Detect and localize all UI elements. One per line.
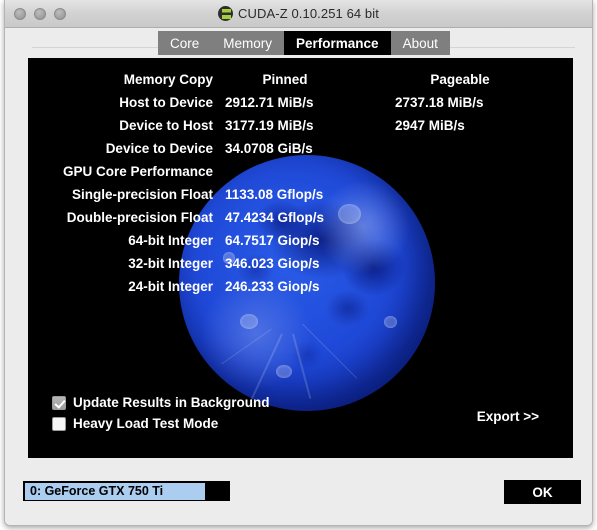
row-value-pageable: 2737.18 MiB/s — [395, 95, 484, 110]
app-window: CUDA-Z 0.10.251 64 bit Core Memory Perfo… — [4, 0, 593, 526]
tab-core[interactable]: Core — [158, 31, 212, 55]
tab-performance[interactable]: Performance — [284, 31, 391, 55]
performance-table: Memory Copy Pinned Pageable Host to Devi… — [28, 68, 573, 298]
minimize-button[interactable] — [34, 7, 46, 20]
row-value-pinned: 2912.71 MiB/s — [225, 95, 314, 110]
row-label: 64-bit Integer — [128, 233, 213, 248]
export-button[interactable]: Export >> — [477, 409, 539, 424]
title-bar: CUDA-Z 0.10.251 64 bit — [5, 0, 592, 28]
row-label: Single-precision Float — [71, 187, 213, 202]
row-label: Device to Device — [105, 141, 213, 156]
title-center-group: CUDA-Z 0.10.251 64 bit — [5, 6, 592, 21]
table-row: 32-bit Integer 346.023 Giop/s — [28, 252, 573, 275]
option-heavy-load-test-mode[interactable]: Heavy Load Test Mode — [52, 413, 270, 434]
zoom-button[interactable] — [54, 7, 66, 20]
row-value-pinned: 246.233 Giop/s — [225, 279, 320, 294]
tab-about[interactable]: About — [390, 31, 450, 55]
table-row: 24-bit Integer 246.233 Giop/s — [28, 275, 573, 298]
row-value-pinned: 3177.19 MiB/s — [225, 118, 314, 133]
table-row: 64-bit Integer 64.7517 Giop/s — [28, 229, 573, 252]
table-row: Single-precision Float 1133.08 Gflop/s — [28, 183, 573, 206]
table-row: Memory Copy Pinned Pageable — [28, 68, 573, 91]
option-label: Heavy Load Test Mode — [73, 416, 219, 431]
device-selector[interactable]: 0: GeForce GTX 750 Ti — [23, 481, 230, 501]
row-label: Double-precision Float — [66, 210, 213, 225]
options-group: Update Results in Background Heavy Load … — [52, 392, 270, 434]
close-button[interactable] — [14, 7, 26, 20]
tab-bar: Core Memory Performance About — [5, 28, 592, 58]
table-row: Host to Device 2912.71 MiB/s 2737.18 MiB… — [28, 91, 573, 114]
table-row: Device to Device 34.0708 GiB/s — [28, 137, 573, 160]
performance-panel: Memory Copy Pinned Pageable Host to Devi… — [28, 58, 573, 458]
row-label: Memory Copy — [123, 72, 213, 87]
row-label: 32-bit Integer — [128, 256, 213, 271]
row-value-pinned: 346.023 Giop/s — [225, 256, 320, 271]
table-row: Double-precision Float 47.4234 Gflop/s — [28, 206, 573, 229]
row-value-pinned: 47.4234 Gflop/s — [225, 210, 325, 225]
tab-list: Core Memory Performance About — [158, 31, 450, 55]
window-title: CUDA-Z 0.10.251 64 bit — [238, 6, 379, 21]
cuda-z-logo-icon — [218, 6, 234, 21]
table-row: Device to Host 3177.19 MiB/s 2947 MiB/s — [28, 114, 573, 137]
tab-memory[interactable]: Memory — [211, 31, 285, 55]
option-label: Update Results in Background — [73, 395, 270, 410]
row-value-pinned: 34.0708 GiB/s — [225, 141, 313, 156]
device-selector-value: 0: GeForce GTX 750 Ti — [25, 482, 205, 500]
ok-button[interactable]: OK — [504, 480, 581, 504]
row-value-pinned: 1133.08 Gflop/s — [225, 187, 324, 202]
table-row: GPU Core Performance — [28, 160, 573, 183]
row-label: 24-bit Integer — [128, 279, 213, 294]
row-label: Device to Host — [119, 118, 213, 133]
column-header-pinned: Pinned — [262, 72, 308, 87]
row-value-pageable: 2947 MiB/s — [395, 118, 465, 133]
column-header-pageable: Pageable — [430, 72, 490, 87]
row-label: GPU Core Performance — [62, 164, 213, 179]
checkbox-checked-icon[interactable] — [52, 395, 66, 410]
checkbox-unchecked-icon[interactable] — [52, 416, 66, 431]
row-label: Host to Device — [119, 95, 213, 110]
row-value-pinned: 64.7517 Giop/s — [225, 233, 320, 248]
traffic-light-group — [14, 7, 66, 20]
option-update-results-in-background[interactable]: Update Results in Background — [52, 392, 270, 413]
